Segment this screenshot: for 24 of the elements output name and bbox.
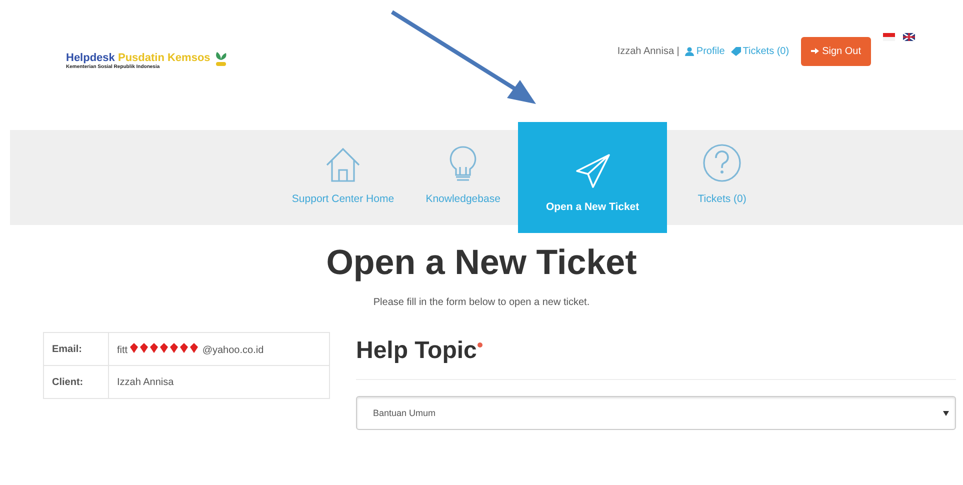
nav-tab[interactable]: Knowledgebase — [408, 130, 518, 225]
profile-link[interactable]: Profile — [685, 46, 725, 56]
nav-tab[interactable]: Tickets (0) — [667, 130, 778, 225]
info-value: fitt — [117, 344, 128, 356]
nav-tab[interactable]: Open a New Ticket — [518, 122, 668, 233]
info-label: Client: — [44, 366, 108, 398]
page-title: Open a New Ticket — [325, 243, 638, 283]
info-value: Izzah Annisa — [117, 376, 174, 388]
nav-tab[interactable]: Support Center Home — [278, 130, 408, 225]
dropdown-caret-icon — [943, 410, 949, 416]
section-heading: Help Topic — [356, 337, 477, 365]
user-name: Izzah Annisa | — [617, 46, 680, 56]
info-value: @yahoo.co.id — [202, 344, 264, 356]
tickets-link[interactable]: Tickets (0) — [730, 46, 790, 56]
logo-title: Helpdesk Pusdatin Kemsos — [66, 52, 210, 64]
uk-flag-icon[interactable] — [903, 32, 915, 44]
sign-out-icon — [811, 47, 820, 55]
info-label: Email: — [44, 332, 108, 366]
sign-out-button[interactable]: Sign Out — [801, 36, 871, 66]
page-subtitle: Please fill in the form below to open a new ticket. — [372, 297, 591, 308]
tag-icon — [730, 46, 741, 56]
indonesia-flag-icon[interactable] — [883, 32, 895, 44]
person-icon — [685, 46, 694, 56]
help-topic-select[interactable]: Bantuan Umum — [356, 396, 956, 430]
